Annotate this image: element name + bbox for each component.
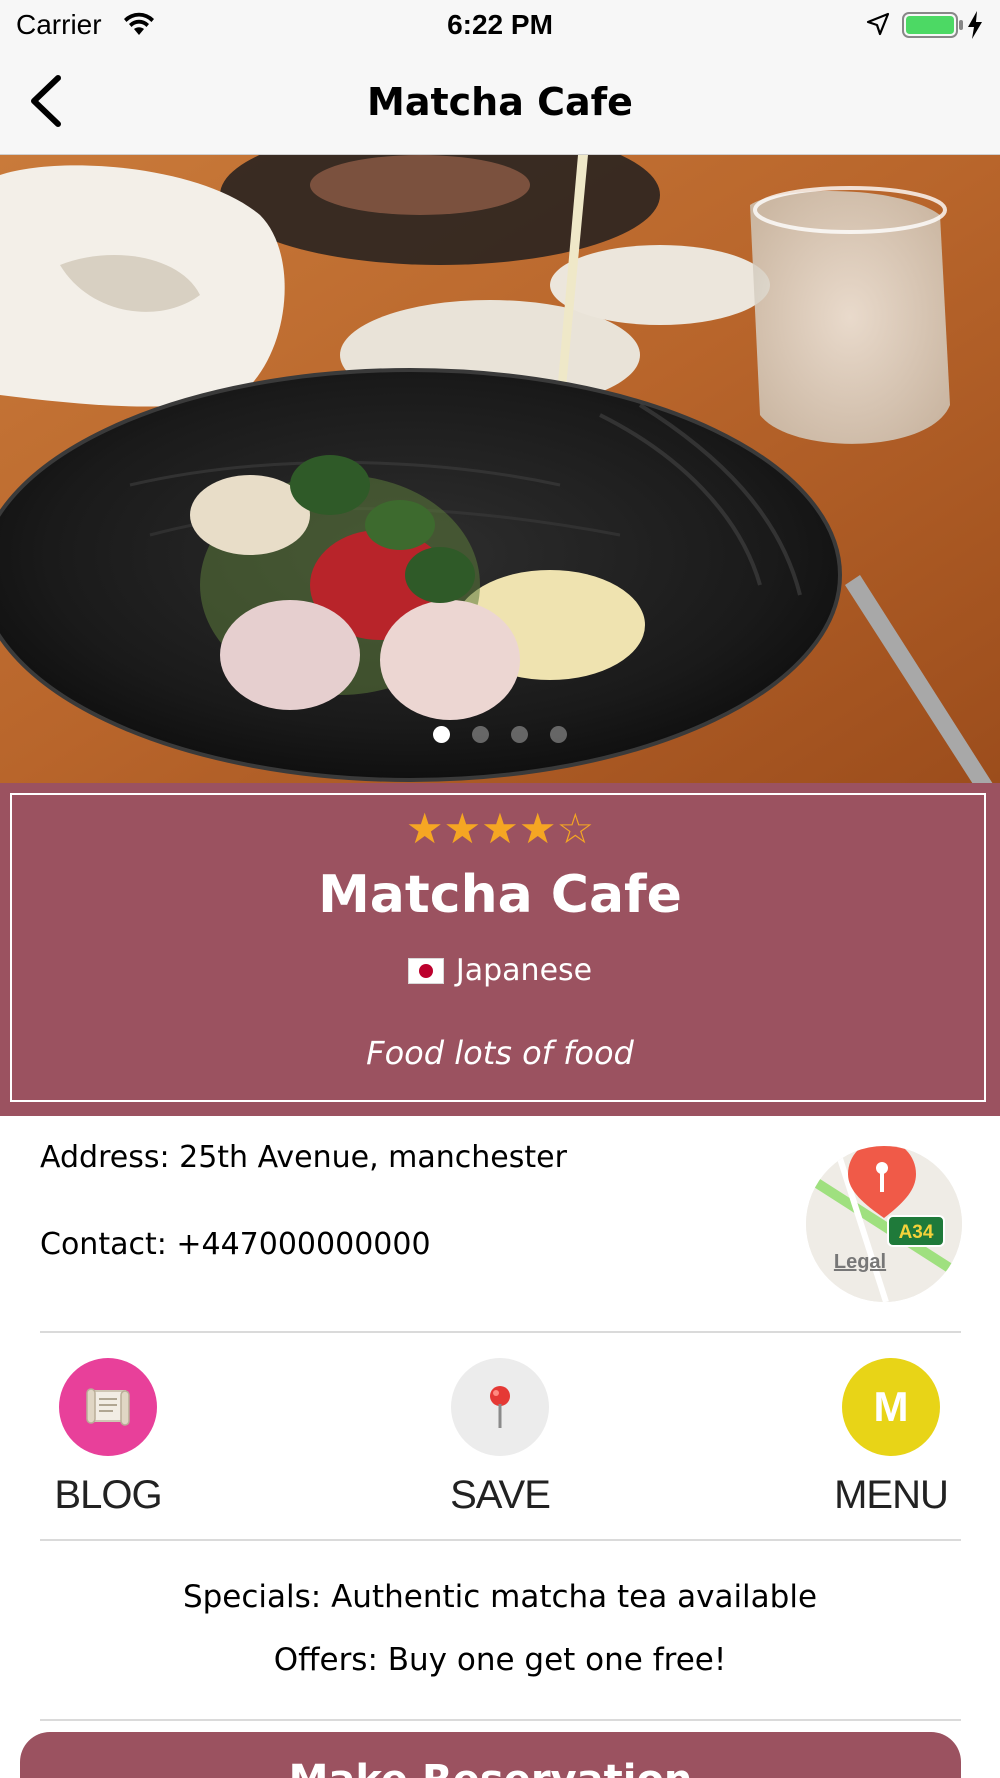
menu-label: MENU <box>834 1473 949 1517</box>
page-indicator[interactable] <box>0 726 1000 750</box>
blog-label: BLOG <box>54 1473 162 1517</box>
divider-bottom <box>40 1719 961 1721</box>
page-dot-2[interactable] <box>472 726 489 743</box>
blog-circle <box>59 1358 157 1456</box>
japan-flag-icon <box>407 958 444 984</box>
map-icon: A34 Legal <box>806 1146 962 1302</box>
map-legal-label: Legal <box>834 1251 886 1273</box>
offers-label: Offers: Buy one get one free! <box>273 1642 727 1678</box>
divider-middle <box>40 1539 961 1541</box>
pushpin-icon <box>490 1386 510 1428</box>
page-dot-4[interactable] <box>550 726 567 743</box>
cuisine-label: Japanese <box>455 953 593 988</box>
save-button[interactable]: SAVE <box>410 1358 590 1518</box>
nav-title: Matcha Cafe <box>367 80 633 124</box>
save-circle <box>451 1358 549 1456</box>
menu-letter-icon: M <box>873 1383 909 1430</box>
map-thumbnail[interactable]: A34 Legal <box>806 1146 962 1302</box>
restaurant-detail-screen: Carrier 6:22 PM Matcha Cafe ★★★★☆ Matcha… <box>0 0 1000 1778</box>
restaurant-tagline: Food lots of food <box>366 1034 634 1072</box>
address-label: Address: 25th Avenue, manchester <box>40 1140 567 1175</box>
battery-icon <box>902 12 963 38</box>
page-dot-1[interactable] <box>433 726 450 743</box>
save-label: SAVE <box>450 1473 551 1517</box>
charging-bolt-icon <box>968 11 982 39</box>
location-arrow-icon <box>866 12 890 36</box>
menu-circle: M <box>842 1358 940 1456</box>
back-chevron-icon[interactable] <box>22 72 68 130</box>
photo-carousel[interactable] <box>0 155 1000 783</box>
make-reservation-button[interactable]: Make Reservation <box>20 1732 961 1778</box>
star-rating: ★★★★☆ <box>405 804 595 853</box>
page-dot-3[interactable] <box>511 726 528 743</box>
status-bar: Carrier 6:22 PM <box>0 0 1000 50</box>
blog-button[interactable]: BLOG <box>18 1358 198 1518</box>
navigation-bar: Matcha Cafe <box>0 50 1000 155</box>
menu-button[interactable]: M MENU <box>801 1358 981 1518</box>
map-road-label: A34 <box>899 1222 934 1243</box>
specials-label: Specials: Authentic matcha tea available <box>182 1579 818 1615</box>
restaurant-name: Matcha Cafe <box>318 865 682 925</box>
restaurant-info-card: ★★★★☆ Matcha Cafe Japanese Food lots of … <box>0 783 1000 1116</box>
scroll-icon <box>86 1388 130 1426</box>
contact-label[interactable]: Contact: +447000000000 <box>40 1227 431 1263</box>
divider-top <box>40 1331 961 1333</box>
clock-label: 6:22 PM <box>447 9 553 40</box>
food-photo <box>0 155 1000 783</box>
cuisine-row: Japanese <box>0 953 1000 989</box>
make-reservation-label: Make Reservation <box>289 1757 693 1778</box>
